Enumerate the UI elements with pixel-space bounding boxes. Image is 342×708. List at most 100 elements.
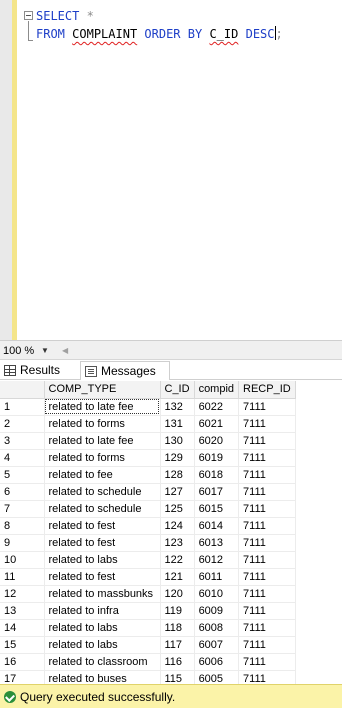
recp-id-cell[interactable]: 7111 (238, 602, 296, 620)
row-number[interactable]: 12 (0, 585, 45, 603)
recp-id-cell[interactable]: 7111 (238, 466, 296, 484)
c-id-cell[interactable]: 129 (160, 449, 195, 467)
comp-type-cell[interactable]: related to infra (44, 602, 161, 620)
compid-cell[interactable]: 6019 (194, 449, 240, 467)
compid-cell[interactable]: 6013 (194, 534, 240, 552)
comp-type-cell[interactable]: related to schedule (44, 500, 161, 518)
c-id-cell[interactable]: 122 (160, 551, 195, 569)
row-number[interactable]: 8 (0, 517, 45, 535)
header-rownum[interactable] (0, 381, 45, 399)
compid-cell[interactable]: 6010 (194, 585, 240, 603)
row-number[interactable]: 13 (0, 602, 45, 620)
table-row[interactable]: 3 related to late fee 130 6020 7111 (0, 432, 296, 450)
recp-id-cell[interactable]: 7111 (238, 449, 296, 467)
table-row[interactable]: 1 related to late fee 132 6022 7111 (0, 398, 296, 416)
comp-type-cell[interactable]: related to labs (44, 636, 161, 654)
c-id-cell[interactable]: 128 (160, 466, 195, 484)
comp-type-cell[interactable]: related to forms (44, 449, 161, 467)
query-editor[interactable]: SELECT * FROM COMPLAINT ORDER BY C_ID DE… (0, 0, 342, 340)
comp-type-cell[interactable]: related to massbunks (44, 585, 161, 603)
table-row[interactable]: 5 related to fee 128 6018 7111 (0, 466, 296, 484)
recp-id-cell[interactable]: 7111 (238, 653, 296, 671)
recp-id-cell[interactable]: 7111 (238, 568, 296, 586)
header-compid[interactable]: compid (194, 381, 240, 399)
row-number[interactable]: 9 (0, 534, 45, 552)
c-id-cell[interactable]: 131 (160, 415, 195, 433)
comp-type-cell[interactable]: related to labs (44, 551, 161, 569)
table-row[interactable]: 2 related to forms 131 6021 7111 (0, 415, 296, 433)
table-row[interactable]: 14 related to labs 118 6008 7111 (0, 619, 296, 637)
recp-id-cell[interactable]: 7111 (238, 500, 296, 518)
compid-cell[interactable]: 6011 (194, 568, 240, 586)
zoom-level[interactable]: 100 % (3, 345, 34, 357)
row-number[interactable]: 6 (0, 483, 45, 501)
comp-type-cell[interactable]: related to late fee (44, 432, 161, 450)
table-row[interactable]: 7 related to schedule 125 6015 7111 (0, 500, 296, 518)
comp-type-cell[interactable]: related to forms (44, 415, 161, 433)
comp-type-cell[interactable]: related to fest (44, 534, 161, 552)
c-id-cell[interactable]: 119 (160, 602, 195, 620)
compid-cell[interactable]: 6014 (194, 517, 240, 535)
row-number[interactable]: 16 (0, 653, 45, 671)
recp-id-cell[interactable]: 7111 (238, 483, 296, 501)
row-number[interactable]: 17 (0, 670, 45, 684)
recp-id-cell[interactable]: 7111 (238, 636, 296, 654)
comp-type-cell[interactable]: related to buses (44, 670, 161, 684)
c-id-cell[interactable]: 132 (160, 398, 195, 416)
header-c-id[interactable]: C_ID (160, 381, 195, 399)
recp-id-cell[interactable]: 7111 (238, 517, 296, 535)
horizontal-scrollbar[interactable] (74, 347, 336, 355)
comp-type-cell[interactable]: related to fest (44, 517, 161, 535)
table-row[interactable]: 10 related to labs 122 6012 7111 (0, 551, 296, 569)
compid-cell[interactable]: 6017 (194, 483, 240, 501)
table-row[interactable]: 13 related to infra 119 6009 7111 (0, 602, 296, 620)
comp-type-cell[interactable]: related to fest (44, 568, 161, 586)
recp-id-cell[interactable]: 7111 (238, 415, 296, 433)
compid-cell[interactable]: 6005 (194, 670, 240, 684)
tab-messages[interactable]: Messages (80, 361, 170, 380)
recp-id-cell[interactable]: 7111 (238, 619, 296, 637)
row-number[interactable]: 11 (0, 568, 45, 586)
row-number[interactable]: 4 (0, 449, 45, 467)
recp-id-cell[interactable]: 7111 (238, 432, 296, 450)
compid-cell[interactable]: 6022 (194, 398, 240, 416)
table-row[interactable]: 6 related to schedule 127 6017 7111 (0, 483, 296, 501)
recp-id-cell[interactable]: 7111 (238, 670, 296, 684)
row-number[interactable]: 2 (0, 415, 45, 433)
comp-type-cell[interactable]: related to classroom (44, 653, 161, 671)
row-number[interactable]: 15 (0, 636, 45, 654)
compid-cell[interactable]: 6021 (194, 415, 240, 433)
code-line-2[interactable]: FROM COMPLAINT ORDER BY C_ID DESC; (36, 26, 283, 42)
table-row[interactable]: 12 related to massbunks 120 6010 7111 (0, 585, 296, 603)
table-row[interactable]: 9 related to fest 123 6013 7111 (0, 534, 296, 552)
compid-cell[interactable]: 6009 (194, 602, 240, 620)
row-number[interactable]: 7 (0, 500, 45, 518)
comp-type-cell[interactable]: related to fee (44, 466, 161, 484)
compid-cell[interactable]: 6015 (194, 500, 240, 518)
table-row[interactable]: 4 related to forms 129 6019 7111 (0, 449, 296, 467)
compid-cell[interactable]: 6020 (194, 432, 240, 450)
compid-cell[interactable]: 6007 (194, 636, 240, 654)
code-line-1[interactable]: SELECT * (36, 8, 94, 24)
comp-type-cell[interactable]: related to late fee (44, 398, 161, 416)
row-number[interactable]: 3 (0, 432, 45, 450)
compid-cell[interactable]: 6012 (194, 551, 240, 569)
recp-id-cell[interactable]: 7111 (238, 398, 296, 416)
c-id-cell[interactable]: 116 (160, 653, 195, 671)
c-id-cell[interactable]: 125 (160, 500, 195, 518)
compid-cell[interactable]: 6018 (194, 466, 240, 484)
chevron-down-icon[interactable]: ▼ (38, 344, 52, 357)
header-recp-id[interactable]: RECP_ID (238, 381, 296, 399)
results-grid[interactable]: COMP_TYPE C_ID compid RECP_ID 1 related t… (0, 381, 342, 684)
row-number[interactable]: 10 (0, 551, 45, 569)
row-number[interactable]: 14 (0, 619, 45, 637)
c-id-cell[interactable]: 130 (160, 432, 195, 450)
c-id-cell[interactable]: 127 (160, 483, 195, 501)
table-row[interactable]: 16 related to classroom 116 6006 7111 (0, 653, 296, 671)
row-number[interactable]: 1 (0, 398, 45, 416)
collapse-icon[interactable] (24, 11, 33, 20)
c-id-cell[interactable]: 124 (160, 517, 195, 535)
header-comp-type[interactable]: COMP_TYPE (44, 381, 161, 399)
table-row[interactable]: 8 related to fest 124 6014 7111 (0, 517, 296, 535)
compid-cell[interactable]: 6008 (194, 619, 240, 637)
